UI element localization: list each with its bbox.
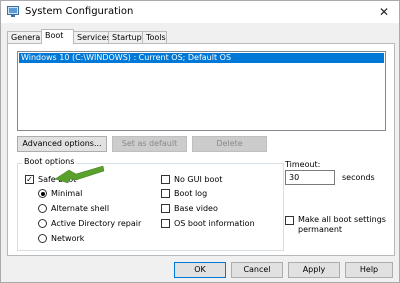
os-list[interactable]: Windows 10 (C:\WINDOWS) : Current OS; De… [17, 51, 386, 131]
timeout-input[interactable] [285, 170, 335, 185]
set-as-default-button[interactable]: Set as default [112, 136, 187, 152]
radio-off-icon[interactable] [38, 234, 47, 243]
advanced-options-button[interactable]: Advanced options... [17, 136, 107, 152]
boot-tab-panel: Windows 10 (C:\WINDOWS) : Current OS; De… [7, 43, 395, 256]
timeout-label: Timeout: [285, 160, 321, 169]
timeout-unit: seconds [342, 173, 375, 182]
tab-general[interactable]: General [7, 31, 43, 43]
delete-button[interactable]: Delete [192, 136, 267, 152]
system-configuration-window: System Configuration ✕ General Boot Serv… [0, 0, 400, 283]
help-button[interactable]: Help [345, 262, 393, 278]
tab-services[interactable]: Services [73, 31, 111, 43]
checkbox-icon[interactable] [161, 204, 170, 213]
close-icon[interactable]: ✕ [377, 5, 391, 19]
apply-button[interactable]: Apply [288, 262, 340, 278]
tab-startup[interactable]: Startup [108, 31, 143, 43]
boot-options-label: Boot options [22, 157, 77, 167]
checkbox-icon[interactable] [161, 175, 170, 184]
os-list-item[interactable]: Windows 10 (C:\WINDOWS) : Current OS; De… [19, 53, 384, 63]
window-title: System Configuration [25, 6, 134, 17]
checkbox-icon[interactable] [161, 219, 170, 228]
tab-tools[interactable]: Tools [142, 31, 167, 43]
cancel-button[interactable]: Cancel [231, 262, 283, 278]
tab-boot[interactable]: Boot [41, 29, 74, 44]
checkbox-icon[interactable] [285, 216, 294, 225]
ok-button[interactable]: OK [174, 262, 226, 278]
msconfig-icon [7, 6, 19, 17]
radio-off-icon[interactable] [38, 204, 47, 213]
title-bar: System Configuration ✕ [1, 1, 399, 23]
checkmark-icon[interactable]: ✓ [25, 175, 34, 184]
radio-on-icon[interactable] [38, 189, 47, 198]
checkbox-icon[interactable] [161, 189, 170, 198]
radio-off-icon[interactable] [38, 219, 47, 228]
